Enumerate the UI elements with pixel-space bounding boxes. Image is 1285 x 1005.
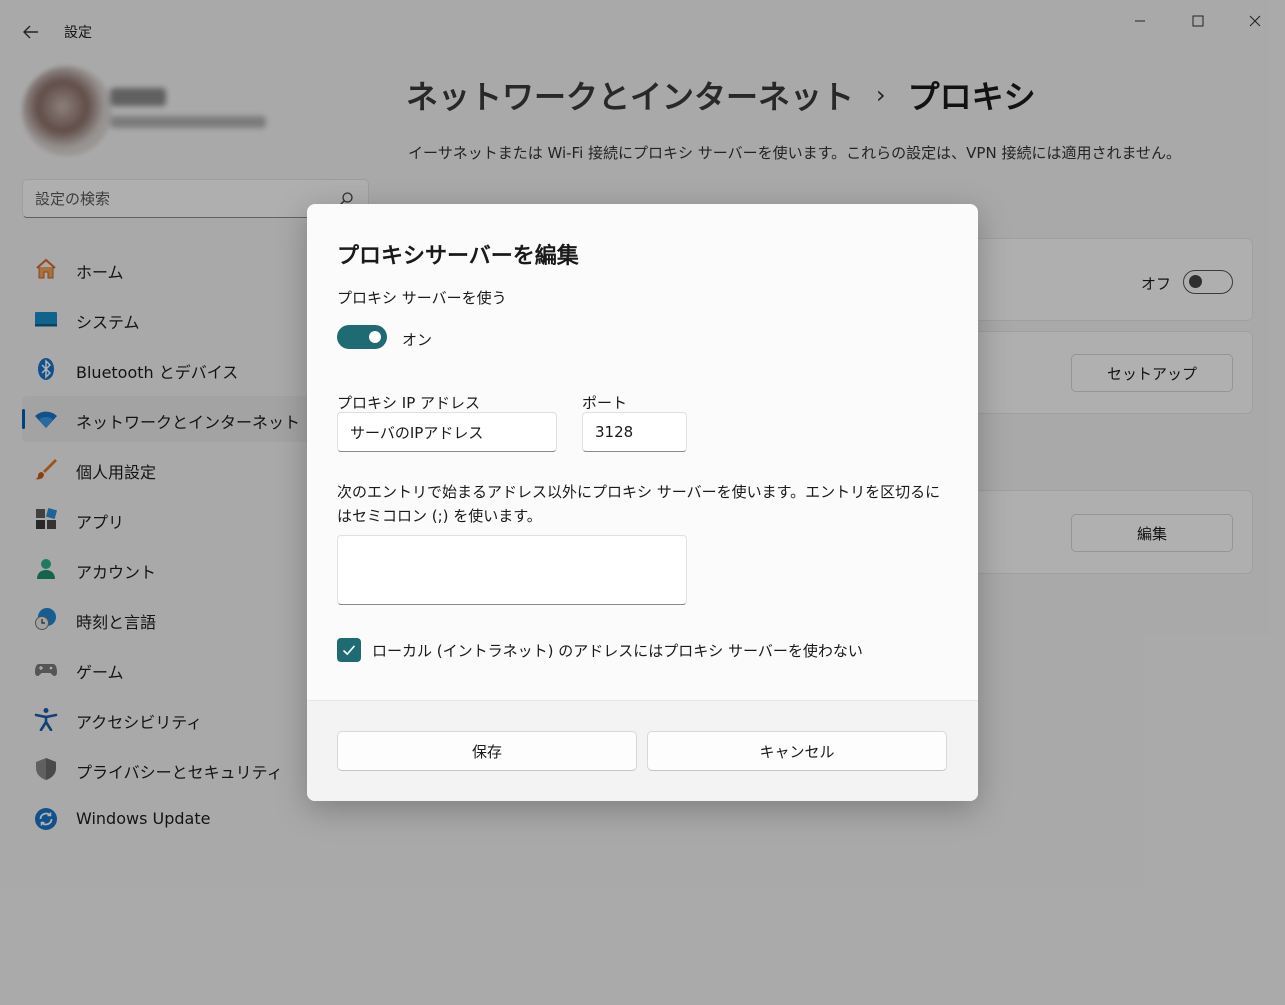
dialog-title: プロキシサーバーを編集 [337,244,579,269]
local-bypass-label: ローカル (イントラネット) のアドレスにはプロキシ サーバーを使わない [372,642,863,660]
edit-proxy-dialog: プロキシサーバーを編集 プロキシ サーバーを使う オン プロキシ IP アドレス… [307,204,978,801]
use-proxy-toggle[interactable] [337,325,387,349]
exceptions-field[interactable] [337,535,687,605]
ip-address-field[interactable] [337,412,557,452]
save-button[interactable]: 保存 [337,731,637,771]
port-label: ポート [582,394,628,412]
local-bypass-checkbox[interactable] [337,638,361,662]
toggle-state-label: オン [402,331,433,349]
cancel-button[interactable]: キャンセル [647,731,947,771]
use-proxy-label: プロキシ サーバーを使う [337,289,507,307]
port-field[interactable] [582,412,687,452]
checkmark-icon [342,645,356,656]
port-input[interactable] [595,421,677,443]
exceptions-label: 次のエントリで始まるアドレス以外にプロキシ サーバーを使います。エントリを区切る… [337,483,941,525]
exceptions-input[interactable] [350,544,676,596]
dialog-footer: 保存 キャンセル [307,700,978,801]
ip-address-label: プロキシ IP アドレス [337,394,481,412]
ip-address-input[interactable] [350,421,546,443]
